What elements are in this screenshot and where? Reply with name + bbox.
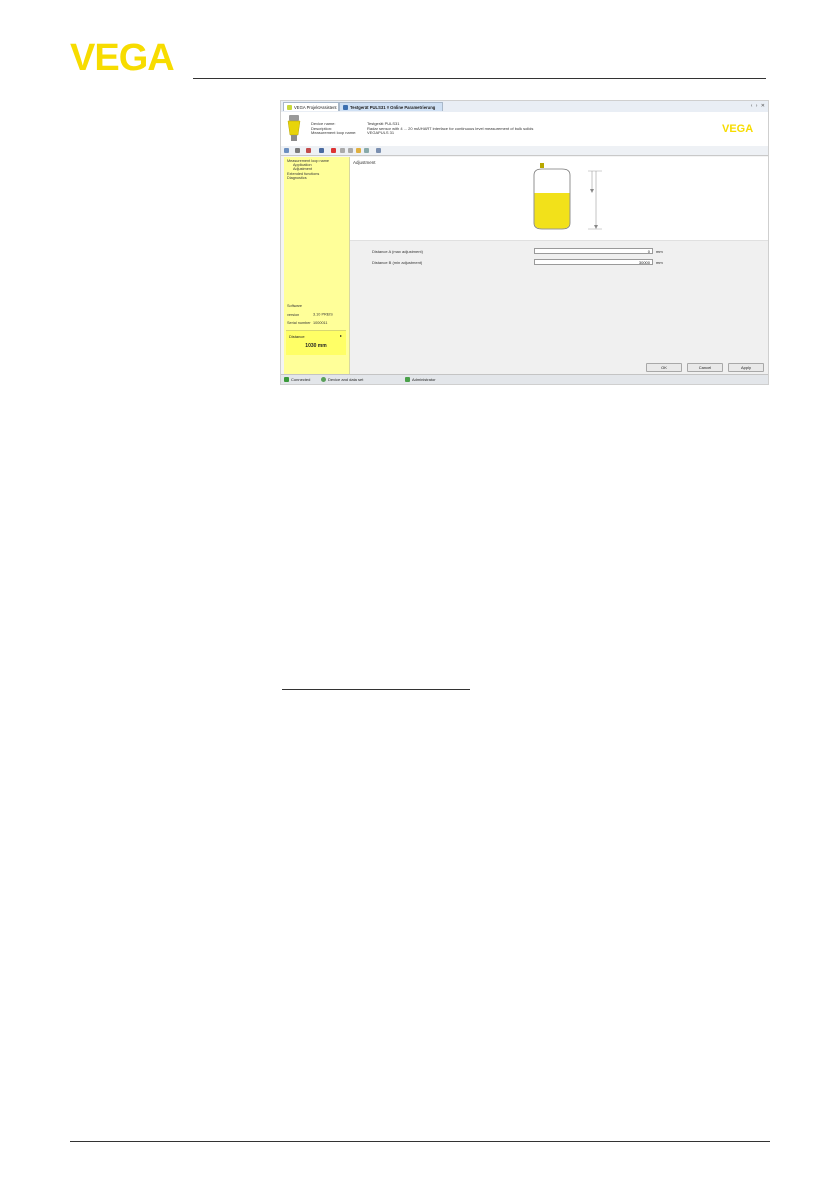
software-version-row: Software version 3.10 PREIS xyxy=(287,304,333,317)
adjustment-panel: Adjustment Distance A (max adjustment) 0… xyxy=(350,157,768,376)
arrow-right-icon[interactable]: ▸ xyxy=(340,333,342,338)
distance-label: Distance xyxy=(289,334,305,339)
window-controls[interactable]: ‹ › ✕ xyxy=(751,103,766,109)
cancel-button[interactable]: Cancel xyxy=(687,363,723,372)
layout-icon[interactable] xyxy=(376,148,381,153)
vega-logo: VEGA xyxy=(70,37,188,79)
loop-name-label: Measurement loop name: xyxy=(311,130,357,136)
tank-fill-level xyxy=(534,193,570,229)
navigation-sidebar: Measurement loop name Application Adjust… xyxy=(284,157,350,375)
distance-a-arrowhead xyxy=(590,189,594,193)
distance-a-input[interactable]: 0 xyxy=(534,248,653,254)
connection-status: Connected xyxy=(284,377,310,382)
section-divider xyxy=(282,689,470,690)
record-icon[interactable] xyxy=(331,148,336,153)
status-bar: Connected Device and data set Administra… xyxy=(281,374,768,384)
device-info-header: Device name: Description: Measurement lo… xyxy=(281,112,768,147)
disconnect-icon[interactable] xyxy=(340,148,345,153)
software-screenshot: VEGA ProjektAssistent Testgerät PULS31 #… xyxy=(280,100,769,385)
ok-button[interactable]: OK xyxy=(646,363,682,372)
distance-display[interactable]: Distance ▸ 1030 mm xyxy=(286,330,346,355)
adjustment-form: Distance A (max adjustment) 0 mm Distanc… xyxy=(350,240,768,376)
serial-number-row: Serial number 1000011 xyxy=(287,321,328,325)
tree-item-diagnostics[interactable]: Diagnostics xyxy=(287,176,329,180)
loop-name-value: VEGAPULS 31 xyxy=(367,130,395,136)
dataset-status: Device and data set xyxy=(321,377,363,382)
user-icon xyxy=(405,377,410,382)
distance-b-input[interactable]: 30000 xyxy=(534,259,653,265)
sensor-icon xyxy=(540,163,544,168)
connected-icon xyxy=(284,377,289,382)
device-info-values: Testgerät PULS31 Radar sensor with 4 ...… xyxy=(367,121,533,136)
tab-project-assistant[interactable]: VEGA ProjektAssistent xyxy=(283,102,339,111)
tools-icon[interactable] xyxy=(306,148,311,153)
vega-small-logo: VEGA xyxy=(722,123,753,133)
sensor-device-icon xyxy=(287,115,301,141)
tab-label: VEGA ProjektAssistent xyxy=(294,105,337,110)
footer-divider xyxy=(70,1141,770,1142)
tab-label: Testgerät PULS31 # Online Parametrierung xyxy=(350,105,436,110)
device-icon xyxy=(343,105,348,110)
distance-b-unit: mm xyxy=(656,260,663,265)
menu-tree: Measurement loop name Application Adjust… xyxy=(287,159,329,180)
user-status: Administrator xyxy=(405,377,436,382)
apply-button[interactable]: Apply xyxy=(728,363,764,372)
print-icon[interactable] xyxy=(295,148,300,153)
distance-a-unit: mm xyxy=(656,249,663,254)
folder-icon[interactable] xyxy=(356,148,361,153)
panel-title: Adjustment xyxy=(353,160,376,165)
export-icon[interactable] xyxy=(364,148,369,153)
device-info-labels: Device name: Description: Measurement lo… xyxy=(311,121,357,136)
vega-logo-graphic: VEGA xyxy=(70,37,175,79)
sync-icon xyxy=(321,377,326,382)
distance-b-label: Distance B (min adjustment) xyxy=(372,260,423,265)
distance-b-arrowhead xyxy=(594,225,598,229)
tank-diagram xyxy=(533,163,602,230)
toolbar xyxy=(281,146,768,156)
tab-online-parameterization[interactable]: Testgerät PULS31 # Online Parametrierung xyxy=(339,102,443,111)
project-icon xyxy=(287,105,292,110)
vega-logo-text: VEGA xyxy=(70,40,174,74)
connect-icon[interactable] xyxy=(348,148,353,153)
distance-a-label: Distance A (max adjustment) xyxy=(372,249,423,254)
device-menu-icon[interactable] xyxy=(319,148,324,153)
vega-small-logo-text: VEGA xyxy=(722,123,753,133)
distance-value: 1030 mm xyxy=(305,343,327,349)
header-divider xyxy=(193,78,766,79)
view-icon[interactable] xyxy=(284,148,289,153)
